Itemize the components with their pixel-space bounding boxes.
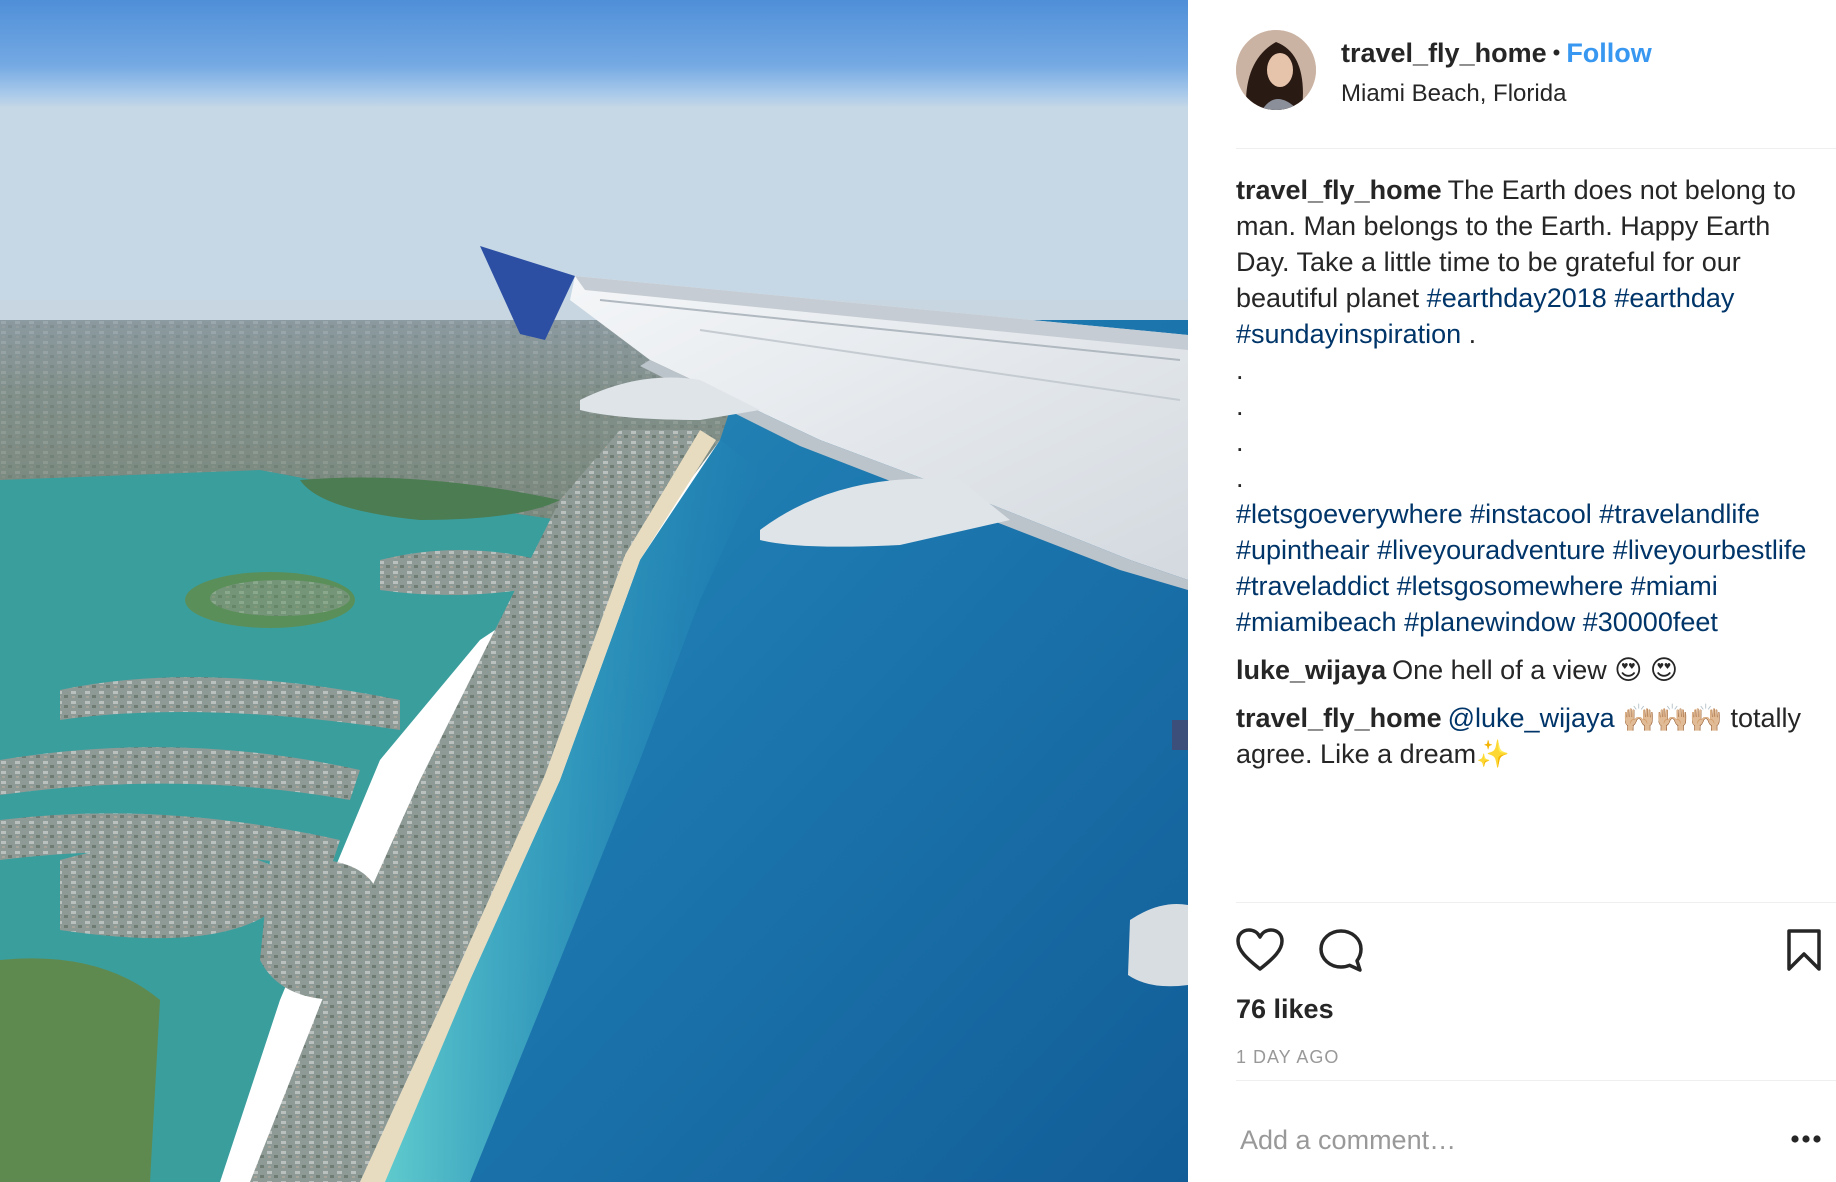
comment-emoji: 🙌🏼🙌🏼🙌🏼 <box>1622 703 1723 733</box>
caption-username[interactable]: travel_fly_home <box>1236 175 1442 205</box>
action-bar <box>1236 928 1822 978</box>
comment-item: travel_fly_home @luke_wijaya 🙌🏼🙌🏼🙌🏼 total… <box>1236 700 1828 772</box>
comment-emoji: 😍 😍 <box>1614 655 1679 685</box>
hashtag[interactable]: #travelandlife <box>1599 499 1760 529</box>
comment-bubble-icon[interactable] <box>1318 928 1364 979</box>
post-header: travel_fly_home • Follow Miami Beach, Flor… <box>1236 28 1836 124</box>
post-timestamp[interactable]: 1 DAY AGO <box>1236 1047 1339 1068</box>
post-location[interactable]: Miami Beach, Florida <box>1341 80 1566 108</box>
comment-username[interactable]: travel_fly_home <box>1236 703 1442 733</box>
caption-dot-line: . <box>1236 391 1244 421</box>
hashtag[interactable]: #miamibeach <box>1236 607 1397 637</box>
caption-dot-line: . <box>1236 427 1244 457</box>
footer-divider <box>1236 1080 1836 1081</box>
caption-dot-line: . <box>1236 463 1244 493</box>
caption: travel_fly_home The Earth does not belong… <box>1236 172 1828 640</box>
hashtag[interactable]: #liveyouradventure <box>1377 535 1605 565</box>
hashtag[interactable]: #letsgoeverywhere <box>1236 499 1463 529</box>
hashtag[interactable]: #miami <box>1631 571 1718 601</box>
hashtag[interactable]: #liveyourbestlife <box>1613 535 1807 565</box>
comment-text: One hell of a view <box>1392 655 1607 685</box>
hashtag[interactable]: #instacool <box>1470 499 1592 529</box>
follow-button[interactable]: Follow <box>1566 38 1651 68</box>
avatar[interactable] <box>1236 30 1316 110</box>
hashtag[interactable]: #earthday2018 <box>1427 283 1607 313</box>
author-line: travel_fly_home • Follow <box>1341 38 1652 69</box>
post-photo[interactable] <box>0 0 1188 1182</box>
separator-dot: • <box>1552 40 1561 65</box>
comments-divider <box>1236 902 1836 903</box>
more-options-icon[interactable] <box>1790 1132 1822 1144</box>
comment-mention[interactable]: @luke_wijaya <box>1448 703 1615 733</box>
hashtag[interactable]: #earthday <box>1614 283 1734 313</box>
aerial-view-image <box>0 0 1188 1182</box>
hashtag[interactable]: #planewindow <box>1404 607 1575 637</box>
hashtag[interactable]: #sundayinspiration <box>1236 319 1461 349</box>
add-comment-form <box>1236 1110 1822 1170</box>
hashtag[interactable]: #30000feet <box>1583 607 1718 637</box>
heart-icon[interactable] <box>1236 928 1284 977</box>
caption-trailing: . <box>1468 319 1477 349</box>
comments-section: travel_fly_home The Earth does not belong… <box>1236 172 1828 784</box>
profile-photo-icon <box>1236 30 1316 110</box>
instagram-post: travel_fly_home • Follow Miami Beach, Flor… <box>0 0 1836 1182</box>
hashtag[interactable]: #letsgosomewhere <box>1397 571 1624 601</box>
author-username[interactable]: travel_fly_home <box>1341 38 1547 68</box>
header-divider <box>1236 148 1836 149</box>
caption-dot-line: . <box>1236 355 1244 385</box>
comment-item: luke_wijaya One hell of a view 😍 😍 <box>1236 652 1828 688</box>
hashtag-block: #letsgoeverywhere #instacool #travelandl… <box>1236 496 1828 640</box>
hashtag[interactable]: #upintheair <box>1236 535 1370 565</box>
comment-input[interactable] <box>1236 1110 1760 1170</box>
hashtag[interactable]: #traveladdict <box>1236 571 1389 601</box>
bookmark-icon[interactable] <box>1786 928 1822 977</box>
post-details-panel: travel_fly_home • Follow Miami Beach, Flor… <box>1188 0 1836 1182</box>
like-count[interactable]: 76 likes <box>1236 994 1334 1025</box>
comment-username[interactable]: luke_wijaya <box>1236 655 1386 685</box>
comment-emoji: ✨ <box>1476 739 1510 769</box>
